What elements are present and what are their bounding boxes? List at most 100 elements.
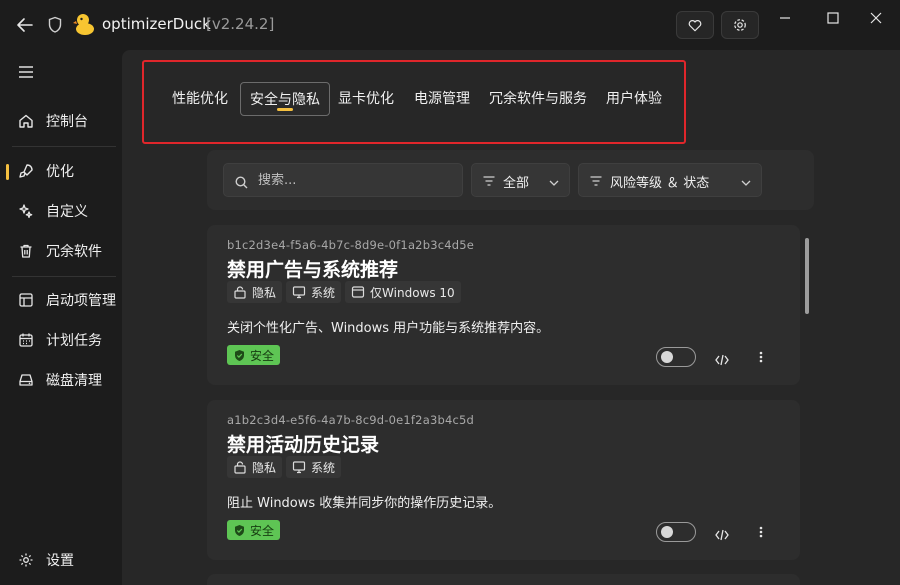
sidebar-item-bloatware[interactable]: 冗余软件 (0, 234, 120, 268)
tag-label: 隐私 (252, 285, 277, 300)
sidebar-item-label: 冗余软件 (46, 244, 102, 260)
sidebar-item-startup[interactable]: 启动项管理 (0, 283, 120, 317)
filter-icon (483, 175, 495, 186)
monitor-icon (292, 286, 306, 299)
category-dropdown[interactable]: 全部 (471, 163, 570, 197)
code-icon[interactable] (715, 526, 729, 541)
app-version: [v2.24.2] (206, 15, 275, 33)
tag-label: 仅Windows 10 (370, 285, 455, 300)
settings-quick-button[interactable] (721, 11, 759, 39)
sidebar-item-label: 优化 (46, 164, 74, 180)
sidebar-divider (12, 146, 116, 147)
safety-badge: 安全 (227, 345, 281, 365)
close-button[interactable] (861, 8, 891, 28)
tab-active-indicator (277, 108, 293, 111)
safety-label: 安全 (250, 348, 275, 363)
toggle-knob (661, 351, 673, 363)
settings-label: 设置 (46, 553, 74, 569)
tag-privacy: 隐私 (227, 281, 283, 303)
sidebar-item-label: 控制台 (46, 114, 88, 130)
card-title: 禁用活动历史记录 (227, 434, 380, 456)
tag-windows10-only: 仅Windows 10 (345, 281, 461, 303)
shield-icon (47, 16, 63, 34)
sidebar-item-settings[interactable]: 设置 (0, 543, 120, 577)
card-guid: a1b2c3d4-e5f6-4a7b-8c9d-0e1f2a3b4c5d (227, 413, 475, 427)
favorite-button[interactable] (676, 11, 714, 39)
home-icon (18, 113, 34, 129)
sidebar-item-label: 计划任务 (46, 333, 102, 349)
sidebar-divider (12, 276, 116, 277)
hamburger-menu-icon[interactable] (17, 64, 35, 78)
card-guid: b1c2d3e4-f5a6-4b7c-8d9e-0f1a2b3c4d5e (227, 238, 475, 252)
sidebar-item-dashboard[interactable]: 控制台 (0, 104, 120, 138)
privacy-icon (234, 461, 246, 474)
search-input[interactable] (258, 164, 458, 196)
card-description: 关闭个性化广告、Windows 用户功能与系统推荐内容。 (227, 321, 550, 336)
duck-logo (73, 12, 95, 36)
chevron-down-icon (741, 176, 751, 186)
card-title: 禁用广告与系统推荐 (227, 259, 399, 281)
tag-system: 系统 (286, 456, 342, 478)
optimization-card: b1c2d3e4-f5a6-4b7c-8d9e-0f1a2b3c4d5e 禁用广… (207, 225, 800, 385)
sidebar-item-label: 启动项管理 (46, 293, 116, 309)
tag-label: 系统 (311, 285, 336, 300)
back-arrow-icon[interactable] (14, 14, 36, 36)
risk-status-dropdown[interactable]: 风险等级 ＆ 状态 (578, 163, 762, 197)
more-options-icon[interactable] (756, 524, 766, 540)
filter-icon (590, 175, 602, 186)
app-title: optimizerDuck (102, 15, 211, 33)
more-options-icon[interactable] (756, 349, 766, 365)
code-icon[interactable] (715, 351, 729, 366)
scrollbar-thumb[interactable] (805, 238, 809, 314)
tab-performance[interactable]: 性能优化 (168, 82, 232, 116)
shield-check-icon (235, 349, 244, 361)
category-dropdown-value: 全部 (503, 176, 530, 191)
sidebar-item-scheduled-tasks[interactable]: 计划任务 (0, 323, 120, 357)
trash-icon (18, 243, 34, 259)
startup-icon (18, 292, 34, 308)
calendar-icon (18, 332, 34, 348)
tag-label: 隐私 (252, 460, 277, 475)
toggle-knob (661, 526, 673, 538)
safety-label: 安全 (250, 523, 275, 538)
sidebar-item-label: 自定义 (46, 204, 88, 220)
monitor-icon (292, 461, 306, 474)
risk-status-dropdown-label: 风险等级 ＆ 状态 (610, 176, 710, 191)
sidebar-item-disk-cleanup[interactable]: 磁盘清理 (0, 363, 120, 397)
tab-power[interactable]: 电源管理 (410, 82, 474, 116)
tab-label: 安全与隐私 (250, 92, 320, 108)
chevron-down-icon (549, 176, 559, 186)
tab-bloatware-services[interactable]: 冗余软件与服务 (486, 82, 590, 116)
gear-icon (18, 552, 34, 568)
title-bar: optimizerDuck [v2.24.2] (0, 0, 900, 50)
card-tags: 隐私 系统 仅Windows 10 (227, 281, 461, 303)
privacy-icon (234, 286, 246, 299)
disk-icon (18, 372, 34, 388)
shield-check-icon (235, 524, 244, 536)
settings-gear-icon (734, 19, 746, 31)
optimization-card: a1b2c3d4-e5f6-4a7b-8c9d-0e1f2a3b4c5d 禁用活… (207, 400, 800, 560)
enable-toggle[interactable] (656, 347, 696, 367)
search-box[interactable] (223, 163, 463, 197)
sidebar-item-optimize[interactable]: 优化 (0, 154, 120, 188)
sidebar-item-custom[interactable]: 自定义 (0, 194, 120, 228)
filter-bar: 全部 风险等级 ＆ 状态 (207, 150, 814, 210)
tag-privacy: 隐私 (227, 456, 283, 478)
enable-toggle[interactable] (656, 522, 696, 542)
tag-system: 系统 (286, 281, 342, 303)
rocket-icon (18, 163, 34, 179)
tab-user-experience[interactable]: 用户体验 (602, 82, 666, 116)
tab-gpu[interactable]: 显卡优化 (334, 82, 398, 116)
heart-icon (688, 19, 702, 31)
maximize-button[interactable] (818, 8, 848, 28)
main-content: 性能优化 安全与隐私 显卡优化 电源管理 冗余软件与服务 用户体验 全部 (122, 50, 900, 585)
window-icon (351, 286, 365, 298)
card-description: 阻止 Windows 收集并同步你的操作历史记录。 (227, 496, 502, 511)
safety-badge: 安全 (227, 520, 281, 540)
minimize-button[interactable] (770, 8, 800, 28)
tab-security-privacy[interactable]: 安全与隐私 (240, 82, 330, 116)
sidebar-item-label: 磁盘清理 (46, 373, 102, 389)
card-tags: 隐私 系统 (227, 456, 342, 478)
active-indicator (6, 164, 9, 180)
sparkle-icon (18, 203, 34, 219)
